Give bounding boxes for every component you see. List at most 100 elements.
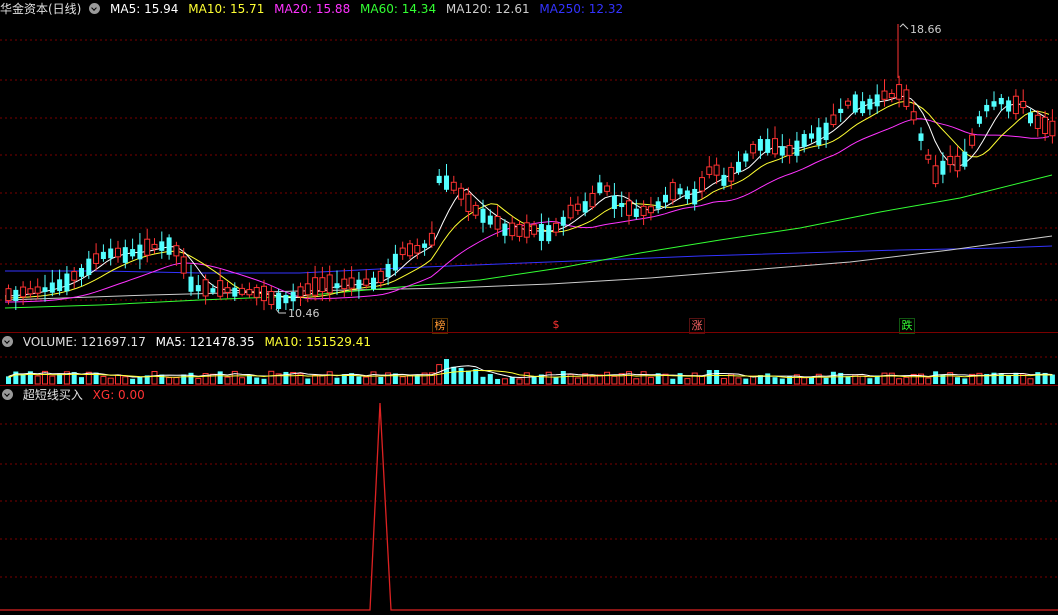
volume-bar-down <box>830 371 836 384</box>
volume-bar-up <box>545 371 552 385</box>
volume-bar-up <box>166 377 173 385</box>
high-marker <box>899 23 909 30</box>
candle-down <box>13 289 19 301</box>
candle-down <box>794 140 800 156</box>
candle-up <box>173 245 180 257</box>
volume-bar-up <box>604 371 611 385</box>
candle-down <box>684 190 690 200</box>
candle-up <box>531 224 538 235</box>
volume-bar-down <box>933 371 939 384</box>
candle-down <box>79 267 84 277</box>
candle-up <box>1049 120 1056 137</box>
candle-up <box>450 181 457 191</box>
volume-bar-down <box>356 376 362 384</box>
candle-down <box>816 127 822 145</box>
candle-up <box>786 145 793 156</box>
chevron-down-icon[interactable] <box>2 336 13 347</box>
candle-up <box>932 165 939 185</box>
candle-down <box>663 194 668 203</box>
volume-bar-down <box>79 377 84 384</box>
candle-up <box>180 256 187 274</box>
candle-up <box>144 238 151 256</box>
candle-up <box>845 100 851 106</box>
candle-down <box>976 116 982 124</box>
candle-down <box>809 133 814 139</box>
low-marker <box>275 308 286 314</box>
candle-up <box>713 164 720 176</box>
volume-bar-up <box>691 372 698 385</box>
chevron-down-icon[interactable] <box>2 389 13 400</box>
candle-up <box>728 166 735 182</box>
candle-up <box>217 280 224 297</box>
candle-down <box>655 201 661 209</box>
candle-up <box>458 187 465 200</box>
volume-bar-down <box>772 377 778 384</box>
candle-up <box>647 206 654 214</box>
ma10-label: MA10: 15.71 <box>188 2 265 16</box>
candle-up <box>509 222 516 237</box>
candle-up <box>253 287 260 298</box>
candle-down <box>538 224 544 241</box>
candle-down <box>984 104 990 112</box>
volume-bar-up <box>115 374 121 385</box>
volume-bar-down <box>845 376 851 384</box>
volume-bar-up <box>195 377 202 385</box>
candle-down <box>823 122 829 141</box>
candle-up <box>640 205 647 216</box>
volume-label: VOLUME: 121697.17 <box>22 335 146 349</box>
volume-bar-up <box>501 378 508 385</box>
high-price-label: 18.66 <box>910 23 942 36</box>
volume-bar-up <box>107 377 114 385</box>
candle-down <box>962 151 968 167</box>
candle-down <box>49 282 55 293</box>
volume-bar-up <box>801 377 808 385</box>
volume-bar-down <box>71 372 77 384</box>
volume-bar-up <box>589 376 596 385</box>
candle-down <box>283 294 289 304</box>
candle-up <box>699 177 705 192</box>
candle-up <box>268 291 275 305</box>
candle-up <box>472 204 479 216</box>
ma250-label: MA250: 12.32 <box>539 2 624 16</box>
candle-up <box>326 274 333 294</box>
candle-down <box>779 146 785 156</box>
volume-bar-down <box>261 378 267 384</box>
candle-down <box>57 279 63 292</box>
price-panel[interactable]: 华金资本(日线) MA5: 15.94 MA10: 15.71 MA20: 15… <box>0 0 1058 334</box>
candle-down <box>597 182 603 194</box>
volume-bar-up <box>49 375 56 385</box>
volume-bar-up <box>720 377 727 385</box>
indicator-panel[interactable]: 超短线买入 XG: 0.00 <box>0 386 1058 615</box>
candle-up <box>830 114 837 126</box>
volume-bar-up <box>173 377 180 385</box>
volume-bar-down <box>706 370 712 384</box>
volume-bar-up <box>684 378 691 385</box>
candle-down <box>692 188 698 205</box>
candle-down <box>560 216 566 226</box>
candle-up <box>414 245 421 254</box>
volume-bar-up <box>399 376 406 385</box>
candle-down <box>210 288 216 293</box>
candle-up <box>93 253 100 264</box>
candle-down <box>159 241 165 251</box>
chevron-down-icon[interactable] <box>89 3 101 14</box>
indicator-chart[interactable] <box>0 386 1058 615</box>
candle-up <box>1042 116 1049 135</box>
volume-bar-down <box>378 377 384 384</box>
volume-bar-up <box>363 376 370 385</box>
candle-up <box>377 270 384 284</box>
candle-down <box>356 279 362 289</box>
candle-up <box>202 279 209 297</box>
candle-down <box>371 277 376 290</box>
candle-up <box>881 90 888 100</box>
candle-up <box>341 278 348 290</box>
volume-panel[interactable]: VOLUME: 121697.17 MA5: 121478.35 MA10: 1… <box>0 333 1058 385</box>
ma60-label: MA60: 14.34 <box>360 2 437 16</box>
price-chart[interactable]: 18.66 10.46 <box>0 0 1058 332</box>
candle-down <box>42 287 48 292</box>
ma120-label: MA120: 12.61 <box>445 2 530 16</box>
volume-bar-down <box>283 371 289 384</box>
volume-bar-down <box>823 377 829 384</box>
candle-up <box>523 222 530 238</box>
candle-up <box>1034 114 1041 129</box>
